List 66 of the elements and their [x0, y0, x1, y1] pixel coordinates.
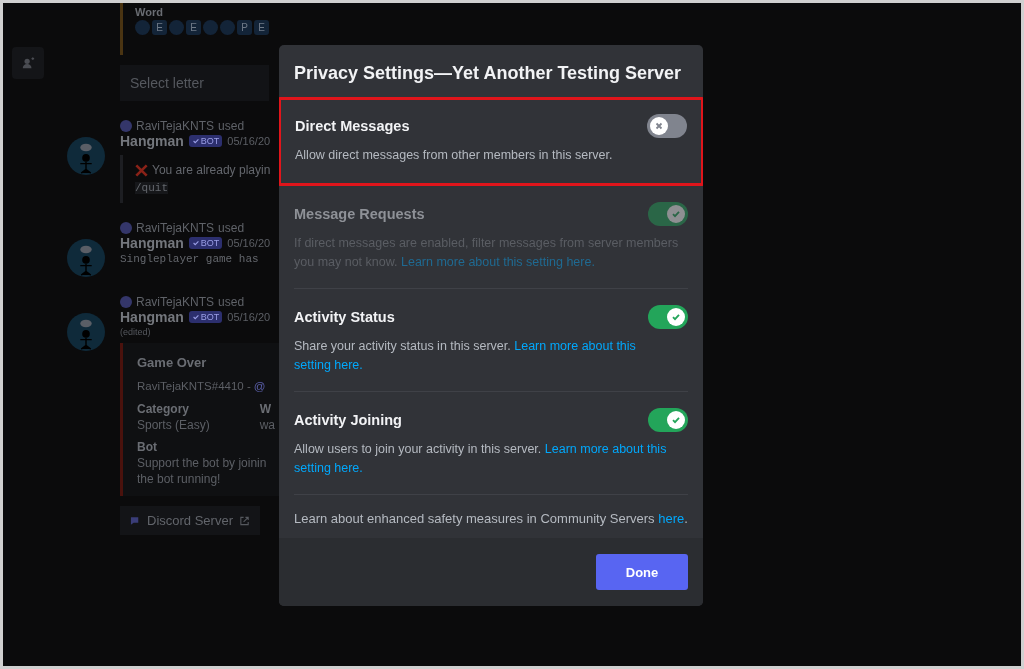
setting-description: Allow direct messages from other members in this server. [295, 147, 614, 164]
learn-more-link[interactable]: setting here. [294, 358, 363, 372]
section-text: the bot running! [137, 472, 222, 486]
field-name: Category [137, 402, 190, 416]
bot-avatar-icon [67, 137, 105, 175]
chat-bubble-icon [130, 514, 141, 527]
section-text: Support the bot by joinin [137, 456, 268, 470]
learn-more-link[interactable]: setting here. [294, 461, 363, 475]
section-title: Bot [137, 440, 158, 454]
field-name: W [259, 402, 272, 416]
bot-avatar-icon [67, 239, 105, 277]
bot-badge: BOT [188, 311, 223, 323]
username: RaviTejaKNTS [136, 221, 215, 235]
setting-label: Direct Messages [295, 118, 410, 134]
learn-more-link[interactable]: Learn more about this [514, 339, 636, 353]
check-icon [670, 414, 682, 426]
toggle-switch[interactable] [648, 408, 688, 432]
learn-more-link[interactable]: Learn more about this [544, 442, 667, 456]
check-icon [670, 208, 682, 220]
setting-label: Message Requests [294, 206, 425, 222]
command-code: /quit [135, 182, 168, 194]
timestamp: 05/16/20 [227, 237, 271, 249]
field-value: wa [259, 418, 276, 432]
bot-avatar-icon [67, 313, 105, 351]
timestamp: 05/16/20 [227, 135, 271, 147]
server-link-button[interactable]: Discord Server [120, 506, 260, 535]
letter-tile: E [254, 20, 269, 35]
user-avatar-icon [120, 296, 132, 308]
action-text: used [218, 221, 245, 235]
user-avatar-icon [120, 222, 132, 234]
safety-note: Learn about enhanced safety measures in Community Servers here. [294, 511, 688, 526]
dialog-title: Privacy Settings—Yet Another Testing Server [294, 62, 683, 85]
user-avatar-icon [120, 120, 132, 132]
field-value: Sports (Easy) [137, 418, 210, 432]
cross-icon [653, 120, 665, 132]
toggle-switch[interactable] [647, 114, 687, 138]
author-name: Hangman [120, 235, 184, 251]
letter-tile: E [152, 20, 167, 35]
setting-description: Allow users to join your activity in this server. Learn more about this setting here. [294, 441, 668, 477]
setting-label: Activity Status [294, 309, 395, 325]
edited-label: (edited) [120, 327, 152, 337]
letter-tile: E [186, 20, 201, 35]
word-label: Word [135, 6, 164, 18]
setting-description: Share your activity status in this server. Learn more about this setting here. [294, 338, 637, 374]
toggle-switch[interactable] [648, 305, 688, 329]
action-text: used [218, 295, 245, 309]
message-text: Singleplayer game has [120, 253, 260, 265]
action-text: used [218, 119, 245, 133]
error-text: You are already playin [152, 163, 271, 177]
external-link-icon [239, 514, 250, 527]
username: RaviTejaKNTS [136, 119, 215, 133]
letter-tile: P [237, 20, 252, 35]
embed-title: Game Over [137, 355, 208, 370]
letter-select[interactable]: Select letter [120, 65, 269, 101]
embed-subtitle: RaviTejaKNTS#4410 - [137, 380, 251, 392]
author-name: Hangman [120, 309, 184, 325]
username: RaviTejaKNTS [136, 295, 215, 309]
author-name: Hangman [120, 133, 184, 149]
done-button[interactable]: Done [596, 554, 688, 590]
cross-icon [135, 163, 148, 177]
check-icon [670, 311, 682, 323]
timestamp: 05/16/20 [227, 311, 271, 323]
mention-link[interactable]: @ [253, 380, 266, 392]
bot-badge: BOT [188, 237, 223, 249]
bot-badge: BOT [188, 135, 223, 147]
setting-label: Activity Joining [294, 412, 402, 428]
